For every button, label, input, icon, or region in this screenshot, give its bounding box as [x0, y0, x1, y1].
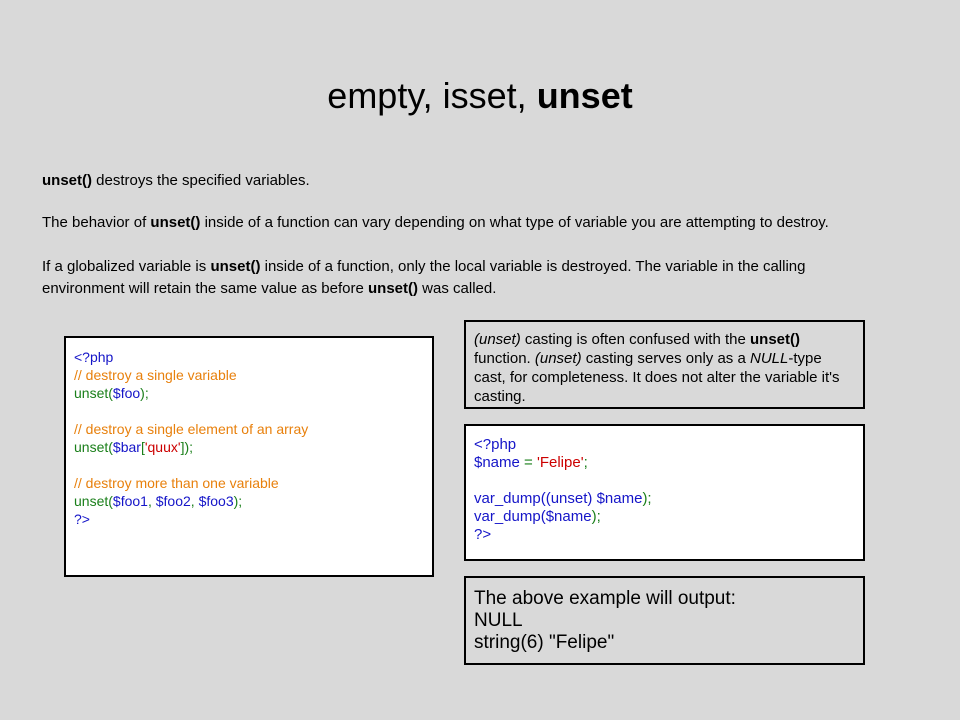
slide-title: empty, isset, unset — [0, 72, 960, 120]
code-line: var_dump($name); — [474, 508, 855, 526]
code-punct: ]); — [180, 439, 194, 455]
code-string: 'quux' — [144, 439, 181, 455]
code-var: $foo1 — [112, 493, 148, 509]
code-var: $name — [596, 490, 643, 507]
code-line: <?php — [74, 349, 114, 365]
note-box-unset-casting: (unset) casting is often confused with t… — [464, 320, 865, 409]
code-box-unset-cast-example: <?php $name = 'Felipe'; var_dump((unset)… — [464, 424, 865, 561]
code-punct: = — [519, 454, 537, 471]
code-line: <?php — [474, 436, 517, 453]
code-var: $name — [545, 508, 592, 525]
code-line: unset($foo1, $foo2, $foo3); — [74, 492, 424, 510]
code-string: 'Felipe' — [536, 454, 584, 471]
paragraph-3: If a globalized variable is unset() insi… — [42, 256, 872, 300]
code-var: $foo2 — [155, 493, 191, 509]
code-func: var_dump( — [474, 508, 546, 525]
code-line: unset($bar['quux']); — [74, 438, 424, 456]
code-line: $name = 'Felipe'; — [474, 454, 855, 472]
code-func: unset( — [74, 493, 113, 509]
p1-bold: unset() — [42, 172, 92, 189]
paragraph-1: unset() destroys the specified variables… — [42, 170, 922, 192]
code-func: unset( — [74, 439, 113, 455]
output-line: string(6) "Felipe" — [474, 632, 615, 653]
code-line: ?> — [474, 526, 492, 543]
title-plain: empty, isset, — [327, 75, 537, 116]
code-box-unset-examples: <?php // destroy a single variable unset… — [64, 336, 434, 577]
code-func: unset( — [74, 385, 113, 401]
p2-text-0: The behavior of — [42, 214, 151, 231]
code-punct: , — [190, 493, 199, 509]
code-var: $bar — [112, 439, 141, 455]
note-italic: (unset) — [474, 331, 521, 348]
p3-text-2: was called. — [418, 280, 497, 297]
code-line: unset($foo); — [74, 384, 424, 402]
code-punct: ); — [591, 508, 601, 525]
code-punct: ); — [233, 493, 243, 509]
p3-bold-2: unset() — [368, 280, 419, 297]
note-text: casting serves only as a — [581, 350, 750, 367]
p1-text: destroys the specified variables. — [92, 172, 310, 189]
code-punct: , — [147, 493, 156, 509]
code-punct: ; — [583, 454, 588, 471]
code-comment: // destroy a single variable — [74, 367, 237, 383]
code-var: $name — [474, 454, 520, 471]
title-bold: unset — [536, 75, 633, 116]
code-comment: // destroy a single element of an array — [74, 421, 309, 437]
code-line: var_dump((unset) $name); — [474, 490, 855, 508]
note-bold: unset() — [750, 331, 800, 348]
code-comment: // destroy more than one variable — [74, 475, 279, 491]
output-box: The above example will output: NULL stri… — [464, 576, 865, 665]
code-punct: ); — [140, 385, 149, 401]
code-punct: ); — [642, 490, 652, 507]
note-text: function. — [474, 350, 535, 367]
note-italic: NULL — [749, 350, 789, 367]
note-italic: (unset) — [534, 350, 582, 367]
p3-bold-1: unset() — [210, 258, 261, 275]
p3-text-0: If a globalized variable is — [42, 258, 211, 275]
code-line: ?> — [74, 511, 90, 527]
note-text: casting is often confused with the — [520, 331, 750, 348]
paragraph-2: The behavior of unset() inside of a func… — [42, 212, 922, 234]
code-var: $foo3 — [198, 493, 234, 509]
output-heading: The above example will output: — [474, 588, 736, 609]
code-func: var_dump((unset) — [474, 490, 597, 507]
output-line: NULL — [474, 610, 523, 631]
p2-text-1: inside of a function can vary depending … — [200, 214, 829, 231]
p2-bold: unset() — [150, 214, 201, 231]
code-var: $foo — [112, 385, 141, 401]
